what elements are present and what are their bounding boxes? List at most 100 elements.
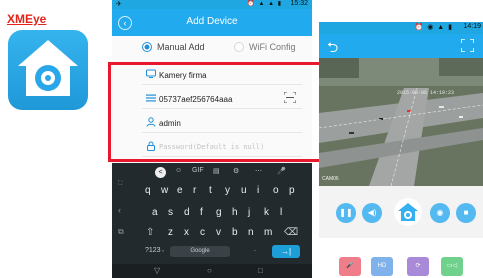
keyboard-row-2: ‹ a s d f g h j k l xyxy=(112,205,312,223)
username-value: admin xyxy=(159,119,181,128)
android-nav-bar: ▽ ○ □ xyxy=(112,264,312,278)
settings-icon[interactable]: ⚙ xyxy=(233,167,239,175)
enter-key[interactable]: →| xyxy=(272,245,300,258)
keyboard-collapse-button[interactable]: < xyxy=(155,167,166,178)
video-button[interactable]: ▭◁ xyxy=(441,257,463,276)
manual-add-label: Manual Add xyxy=(157,42,205,52)
backspace-icon[interactable]: ⌫ xyxy=(284,227,298,238)
key-y[interactable]: y xyxy=(225,185,230,196)
keyboard-bottom-row: ?123 , Google . →| xyxy=(112,245,312,261)
space-bar[interactable]: Google xyxy=(170,246,230,257)
soft-keyboard: < ☺ GIF ▤ ⚙ ⋯ 🎤 ⛶ q w e r t y u i o p ‹ … xyxy=(112,163,312,278)
key-b[interactable]: b xyxy=(232,227,238,238)
add-device-phone: ✈ ⏰ ▲ ▲ ▮ 15:32 ‹ Add Device Manual Add … xyxy=(112,0,312,278)
key-m[interactable]: m xyxy=(264,227,272,238)
page-title: Add Device xyxy=(186,16,238,27)
monitor-icon xyxy=(146,69,156,78)
key-t[interactable]: t xyxy=(209,185,212,196)
user-icon xyxy=(146,117,156,127)
key-x[interactable]: x xyxy=(184,227,189,238)
key-e[interactable]: e xyxy=(177,185,183,196)
clipboard-icon[interactable]: ▤ xyxy=(213,167,220,175)
brand-title: XMEye xyxy=(7,12,47,26)
key-i[interactable]: i xyxy=(257,185,259,196)
home-camera-icon xyxy=(18,40,78,96)
qr-scan-icon[interactable] xyxy=(284,92,296,103)
app-bar: ‹ Add Device xyxy=(112,9,312,36)
video-timestamp: 2015-05-06 14:19:23 xyxy=(397,90,455,96)
key-d[interactable]: d xyxy=(184,207,190,218)
talk-mic-button[interactable]: 🎤 xyxy=(339,257,361,276)
serial-number-field[interactable]: 05737aef256764aaa xyxy=(142,88,302,109)
intersection-scene xyxy=(319,58,483,186)
snapshot-button[interactable]: ◉ xyxy=(430,203,450,223)
radio-unselected-icon xyxy=(234,42,244,52)
keyboard-row-1: ⛶ q w e r t y u i o p xyxy=(112,181,312,201)
camera-live-view[interactable]: 2015-05-06 14:19:23 CAM06 xyxy=(319,58,483,186)
record-button[interactable]: ■ xyxy=(456,203,476,223)
mic-icon[interactable]: 🎤 xyxy=(277,167,286,175)
status-bar: ⏰ ◉ ▲ ▮ 14:19 xyxy=(319,22,483,34)
key-q[interactable]: q xyxy=(145,185,151,196)
key-z[interactable]: z xyxy=(168,227,173,238)
pause-button[interactable]: ❚❚ xyxy=(336,203,356,223)
status-time: 14:19 xyxy=(463,23,481,30)
key-c[interactable]: c xyxy=(200,227,205,238)
key-h[interactable]: h xyxy=(232,207,238,218)
device-name-value: Kamery firma xyxy=(159,71,207,80)
key-k[interactable]: k xyxy=(264,207,269,218)
nav-back-icon[interactable]: ▽ xyxy=(154,266,160,275)
key-a[interactable]: a xyxy=(152,207,158,218)
key-w[interactable]: w xyxy=(161,185,168,196)
device-name-field[interactable]: Kamery firma xyxy=(142,64,302,85)
home-camera-icon xyxy=(398,203,418,221)
comma-key[interactable]: , xyxy=(162,246,164,253)
nav-home-icon[interactable]: ○ xyxy=(207,266,212,275)
keyboard-resize-icon[interactable]: ⧉ xyxy=(118,227,124,237)
gif-button[interactable]: GIF xyxy=(192,167,204,174)
username-field[interactable]: admin xyxy=(142,112,302,133)
keyboard-left-arrow[interactable]: ‹ xyxy=(118,205,121,215)
ptz-home-button[interactable] xyxy=(394,198,422,226)
password-placeholder: Password(Default is null) xyxy=(159,143,265,151)
keyboard-row-3: ⧉ ⇧ z x c v b n m ⌫ xyxy=(112,227,312,243)
status-bar: ✈ ⏰ ▲ ▲ ▮ 15:32 xyxy=(112,0,312,9)
hd-quality-button[interactable]: HD xyxy=(371,257,393,276)
password-field[interactable]: Password(Default is null) xyxy=(142,136,302,157)
nav-recents-icon[interactable]: □ xyxy=(258,266,263,275)
wifi-config-radio[interactable]: WiFi Config xyxy=(234,42,296,52)
device-form: Kamery firma 05737aef256764aaa admin Pas… xyxy=(122,62,302,159)
key-j[interactable]: j xyxy=(248,207,250,218)
key-l[interactable]: l xyxy=(280,207,282,218)
keyboard-expand-icon[interactable]: ⛶ xyxy=(118,181,122,188)
camera-label: CAM06 xyxy=(322,176,339,182)
feature-buttons: 🎤 HD ⟳ ▭◁ xyxy=(319,238,483,278)
lock-icon xyxy=(147,141,155,151)
period-key[interactable]: . xyxy=(254,246,256,253)
key-p[interactable]: p xyxy=(289,185,295,196)
fullscreen-icon[interactable] xyxy=(461,39,474,52)
app-bar: ⮌ xyxy=(319,34,483,58)
radio-selected-icon xyxy=(142,42,152,52)
key-o[interactable]: o xyxy=(273,185,279,196)
manual-add-radio[interactable]: Manual Add xyxy=(142,42,205,52)
keyboard-toolbar: < ☺ GIF ▤ ⚙ ⋯ 🎤 xyxy=(112,167,312,179)
numbers-key[interactable]: ?123 xyxy=(145,247,161,254)
shift-icon[interactable]: ⇧ xyxy=(146,227,154,238)
app-notification-icon: ✈ xyxy=(116,1,122,8)
key-v[interactable]: v xyxy=(216,227,221,238)
emoji-icon[interactable]: ☺ xyxy=(175,167,182,174)
more-icon[interactable]: ⋯ xyxy=(255,167,262,175)
key-s[interactable]: s xyxy=(168,207,173,218)
live-view-phone: ⏰ ◉ ▲ ▮ 14:19 ⮌ 2015-05-06 14:19:23 CAM0… xyxy=(319,0,483,278)
playback-controls: ❚❚ ◀) ◉ ■ xyxy=(319,186,483,238)
add-mode-selector: Manual Add WiFi Config xyxy=(112,42,312,56)
xmeye-app-icon[interactable] xyxy=(8,30,88,110)
key-u[interactable]: u xyxy=(241,185,247,196)
key-n[interactable]: n xyxy=(248,227,254,238)
key-g[interactable]: g xyxy=(216,207,222,218)
key-f[interactable]: f xyxy=(200,207,203,218)
refresh-button[interactable]: ⟳ xyxy=(407,257,429,276)
key-r[interactable]: r xyxy=(193,185,196,196)
volume-button[interactable]: ◀) xyxy=(362,203,382,223)
